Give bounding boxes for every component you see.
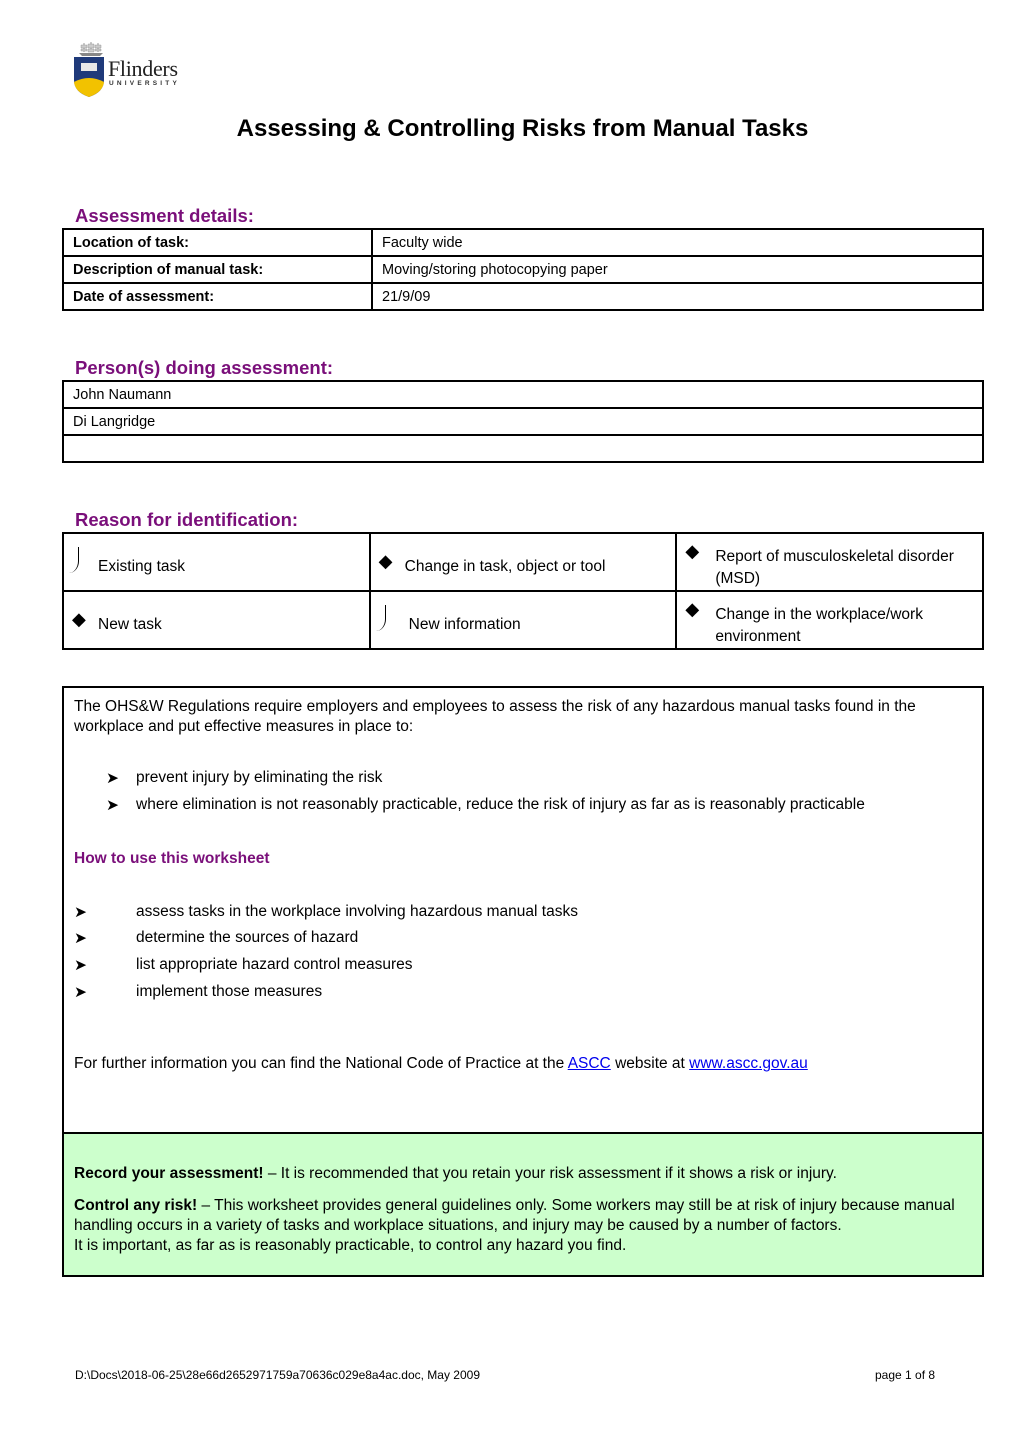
table-row: Di Langridge (62, 407, 984, 436)
reason-option-existing-task[interactable]: Existing task (62, 532, 371, 592)
list-item: ➤ assess tasks in the workplace involvin… (74, 903, 578, 922)
university-logo: Flinders UNIVERSITY (72, 42, 192, 100)
table-row: Date of assessment: 21/9/09 (62, 282, 984, 311)
location-field[interactable]: Faculty wide (371, 228, 984, 257)
record-notice: Record your assessment! – It is recommen… (74, 1165, 974, 1183)
further-info-text: For further information you can find the… (74, 1055, 568, 1072)
list-item-text: implement those measures (136, 983, 323, 1000)
assessment-details-heading: Assessment details: (75, 205, 254, 226)
page-title: Assessing & Controlling Risks from Manua… (236, 115, 809, 142)
field-label: Description of manual task: (62, 255, 373, 284)
arrow-bullet-icon: ➤ (74, 984, 87, 1001)
field-label: Date of assessment: (62, 282, 373, 311)
footer-path: D:\Docs\2018-06-25\28e66d2652971759a7063… (75, 1368, 480, 1382)
reason-option-change-in-task[interactable]: ◆ Change in task, object or tool (368, 532, 678, 592)
diamond-icon: ◆ (685, 599, 700, 619)
footer-page-number: page 1 of 8 (875, 1368, 936, 1382)
intro-text: The OHS&W Regulations require employers … (74, 698, 916, 735)
ship-icon (79, 42, 103, 56)
logo-subtitle: UNIVERSITY (109, 80, 181, 87)
persons-table: John Naumann Di Langridge (62, 380, 984, 463)
person-field[interactable] (62, 434, 984, 463)
reason-label: New information (408, 616, 521, 633)
date-field[interactable]: 21/9/09 (371, 282, 984, 311)
list-item: ➤ list appropriate hazard control measur… (74, 956, 413, 975)
howto-heading: How to use this worksheet (74, 850, 270, 867)
person-field[interactable]: John Naumann (62, 380, 984, 409)
notice-box: Record your assessment! – It is recommen… (62, 1132, 984, 1277)
info-box: The OHS&W Regulations require employers … (62, 686, 984, 1136)
reason-option-report-msd[interactable]: ◆ Report of musculoskeletal disorder (MS… (675, 532, 984, 592)
reason-label: Change in the workplace/work environment (715, 606, 923, 645)
description-field[interactable]: Moving/storing photocopying paper (371, 255, 984, 284)
field-label: Location of task: (62, 228, 373, 257)
reason-heading: Reason for identification: (75, 509, 299, 530)
assessment-details-table: Location of task: Faculty wide Descripti… (62, 228, 984, 311)
record-notice-title: Record your assessment! (74, 1164, 264, 1182)
ascc-link[interactable]: ASCC (568, 1055, 611, 1072)
list-item-text: prevent injury by eliminating the risk (136, 769, 383, 786)
arrow-bullet-icon: ➤ (106, 797, 119, 814)
diamond-icon: ◆ (72, 609, 86, 629)
control-notice-text: – This worksheet provides general guidel… (74, 1196, 955, 1234)
list-item: ➤ prevent injury by eliminating the risk (106, 769, 382, 788)
checked-hook-icon (375, 605, 386, 631)
person-field[interactable]: Di Langridge (62, 407, 984, 436)
persons-heading: Person(s) doing assessment: (75, 357, 334, 378)
important-notice-text: It is important, as far as is reasonably… (74, 1236, 627, 1254)
reason-option-new-task[interactable]: ◆ New task (62, 590, 371, 650)
table-row: ◆ New task New information ◆ Change in t… (62, 590, 984, 650)
arrow-bullet-icon: ➤ (74, 957, 87, 974)
table-row: Location of task: Faculty wide (62, 228, 984, 257)
list-item-text: where elimination is not reasonably prac… (136, 796, 865, 813)
table-row: John Naumann (62, 380, 984, 409)
further-info-text: website at (610, 1055, 690, 1072)
reason-option-new-information[interactable]: New information (368, 590, 678, 650)
arrow-bullet-icon: ➤ (106, 770, 119, 787)
list-item: ➤ where elimination is not reasonably pr… (106, 796, 865, 815)
list-item-text: determine the sources of hazard (136, 929, 359, 946)
diamond-icon: ◆ (685, 541, 700, 561)
reason-label: Change in task, object or tool (404, 558, 606, 575)
checked-hook-icon (68, 547, 79, 573)
arrow-bullet-icon: ➤ (74, 930, 87, 947)
diamond-icon: ◆ (378, 551, 393, 571)
logo-wordmark: Flinders (108, 56, 178, 81)
ascc-website-link[interactable]: www.ascc.gov.au (689, 1055, 808, 1072)
table-row: Description of manual task: Moving/stori… (62, 255, 984, 284)
shield-icon (74, 57, 104, 97)
control-notice-title: Control any risk! (74, 1196, 198, 1214)
table-row: Existing task ◆ Change in task, object o… (62, 532, 984, 592)
reason-option-change-in-workplace[interactable]: ◆ Change in the workplace/work environme… (675, 590, 984, 650)
control-notice: Control any risk! – This worksheet provi… (74, 1196, 979, 1256)
list-item-text: list appropriate hazard control measures (136, 956, 413, 973)
further-info: For further information you can find the… (74, 1055, 808, 1073)
list-item: ➤ implement those measures (74, 983, 322, 1002)
list-item-text: assess tasks in the workplace involving … (136, 903, 578, 920)
table-row (62, 434, 984, 463)
reason-label: New task (98, 616, 162, 633)
record-notice-text: – It is recommended that you retain your… (263, 1164, 837, 1182)
reason-label: Report of musculoskeletal disorder (MSD) (715, 548, 954, 587)
reason-label: Existing task (98, 558, 186, 575)
list-item: ➤ determine the sources of hazard (74, 929, 358, 948)
reason-table: Existing task ◆ Change in task, object o… (62, 532, 984, 650)
arrow-bullet-icon: ➤ (74, 904, 87, 921)
